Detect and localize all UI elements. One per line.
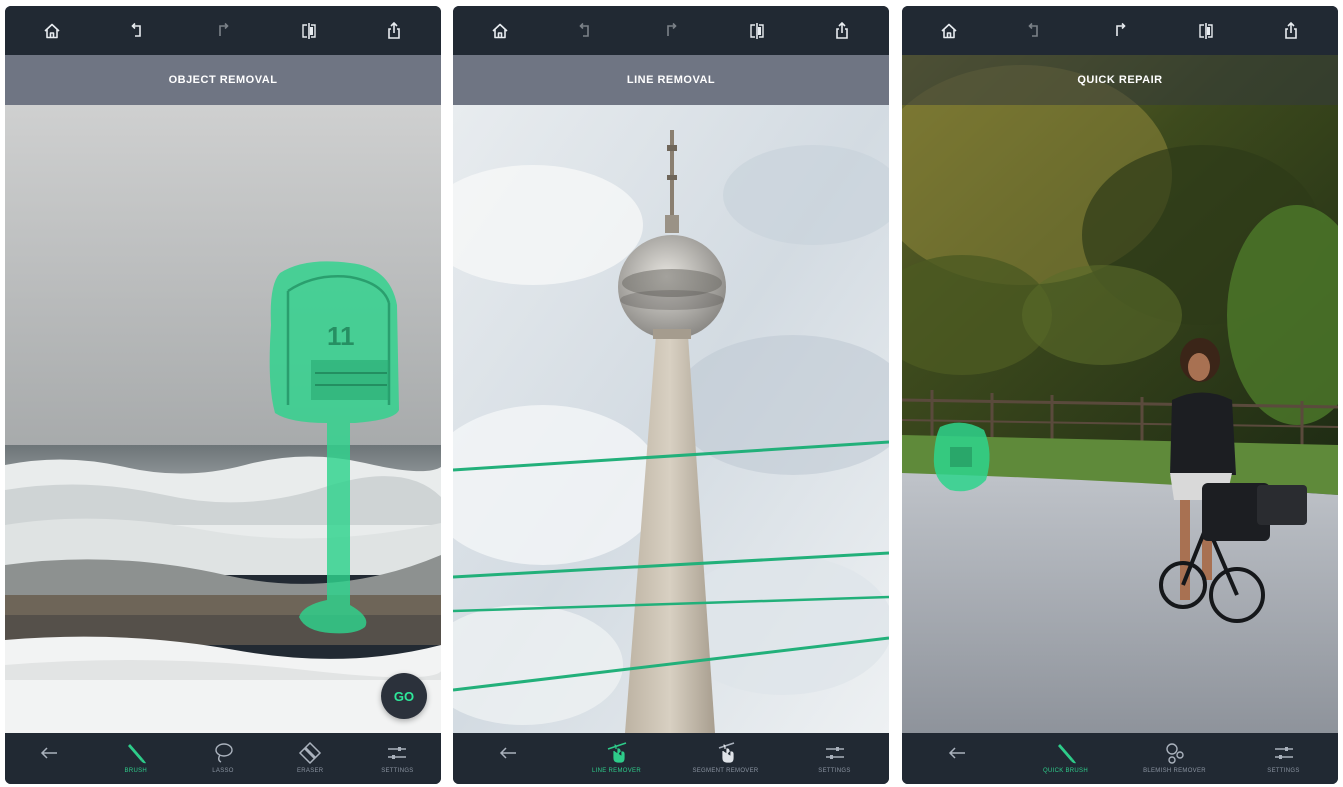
lasso-tool[interactable]: LASSO: [179, 733, 266, 784]
mode-title: QUICK REPAIR: [1077, 74, 1163, 86]
bottom-tool-bar: LINE REMOVER SEGMENT REMOVER SETTINGS: [453, 733, 889, 784]
undo-icon: [131, 22, 142, 37]
compare-button[interactable]: [1186, 11, 1226, 51]
blemish-remover-label: BLEMISH REMOVER: [1143, 768, 1206, 774]
line-remover-tool[interactable]: LINE REMOVER: [569, 733, 665, 784]
segment-remover-tool[interactable]: SEGMENT REMOVER: [678, 733, 774, 784]
redo-icon: [219, 22, 229, 36]
redo-button[interactable]: [651, 11, 691, 51]
lasso-icon: [215, 743, 233, 763]
brush-label: BRUSH: [124, 768, 148, 774]
mode-title: LINE REMOVAL: [626, 74, 716, 86]
redo-icon: [1116, 22, 1126, 36]
beach-photo: 11: [5, 105, 441, 733]
go-button[interactable]: GO: [381, 673, 427, 719]
settings-tool[interactable]: SETTINGS: [787, 733, 883, 784]
top-toolbar: [902, 6, 1338, 55]
segment-remover-icon: [718, 742, 734, 763]
settings-label: SETTINGS: [381, 768, 414, 774]
back-arrow-icon: [499, 747, 516, 759]
cyclist-park-photo: [902, 55, 1338, 733]
photo-canvas[interactable]: 11 GO: [5, 105, 441, 733]
redo-button[interactable]: [1100, 11, 1140, 51]
quick-brush-tool[interactable]: QUICK BRUSH: [1018, 733, 1114, 784]
line-remover-icon: [607, 742, 626, 763]
brush-tool[interactable]: BRUSH: [92, 733, 179, 784]
compare-button[interactable]: [289, 11, 329, 51]
photo-canvas[interactable]: [902, 55, 1338, 733]
share-button[interactable]: [374, 11, 414, 51]
back-button[interactable]: [460, 733, 556, 784]
compare-icon: [749, 22, 764, 39]
redo-icon: [667, 22, 677, 36]
blemish-remover-icon: [1165, 743, 1184, 764]
phone-screen-quick-repair: QUICK REPAIR QUICK BRUSH BLEMISH REMOVER…: [902, 6, 1338, 784]
home-button[interactable]: [929, 11, 969, 51]
top-toolbar: [5, 6, 441, 55]
settings-sliders-icon: [1274, 747, 1293, 759]
home-icon: [492, 23, 508, 38]
share-icon: [388, 21, 400, 39]
photo-canvas[interactable]: [453, 105, 889, 733]
mode-title-bar: LINE REMOVAL: [453, 55, 889, 105]
segment-remover-label: SEGMENT REMOVER: [692, 768, 759, 774]
mode-title: OBJECT REMOVAL: [168, 74, 278, 86]
settings-tool[interactable]: SETTINGS: [1236, 733, 1332, 784]
back-arrow-icon: [948, 747, 965, 759]
eraser-icon: [299, 741, 322, 765]
share-icon: [836, 21, 848, 39]
brush-icon: [127, 744, 146, 764]
top-toolbar: [453, 6, 889, 55]
home-button[interactable]: [480, 11, 520, 51]
undo-button[interactable]: [117, 11, 157, 51]
undo-icon: [1028, 22, 1039, 37]
quick-brush-label: QUICK BRUSH: [1043, 768, 1088, 774]
phone-screen-object-removal: OBJECT REMOVAL 11 GO BRUSH LASSO ERASER …: [5, 6, 441, 784]
share-button[interactable]: [822, 11, 862, 51]
home-button[interactable]: [32, 11, 72, 51]
back-arrow-icon: [40, 747, 57, 759]
settings-sliders-icon: [388, 747, 407, 759]
eraser-tool[interactable]: ERASER: [267, 733, 354, 784]
lasso-label: LASSO: [212, 768, 234, 774]
mode-title-bar: OBJECT REMOVAL: [5, 55, 441, 105]
share-button[interactable]: [1271, 11, 1311, 51]
home-icon: [941, 23, 957, 38]
home-icon: [44, 23, 60, 38]
svg-text:11: 11: [327, 321, 355, 351]
tv-tower-photo: [453, 105, 889, 733]
blemish-remover-tool[interactable]: BLEMISH REMOVER: [1127, 733, 1223, 784]
settings-sliders-icon: [825, 747, 844, 759]
settings-label: SETTINGS: [818, 768, 851, 774]
back-button[interactable]: [5, 733, 92, 784]
quick-brush-icon: [1057, 744, 1076, 764]
share-icon: [1285, 21, 1297, 39]
compare-button[interactable]: [737, 11, 777, 51]
bottom-tool-bar: BRUSH LASSO ERASER SETTINGS: [5, 733, 441, 784]
phone-screen-line-removal: LINE REMOVAL LINE REMOVER SEGMENT REMOVE…: [453, 6, 889, 784]
mode-title-bar: QUICK REPAIR: [902, 55, 1338, 105]
bottom-tool-bar: QUICK BRUSH BLEMISH REMOVER SETTINGS: [902, 733, 1338, 784]
compare-icon: [301, 22, 316, 39]
redo-button[interactable]: [203, 11, 243, 51]
undo-button[interactable]: [1014, 11, 1054, 51]
line-remover-label: LINE REMOVER: [592, 768, 641, 774]
eraser-label: ERASER: [296, 768, 324, 774]
undo-button[interactable]: [565, 11, 605, 51]
undo-icon: [579, 22, 590, 37]
settings-tool[interactable]: SETTINGS: [354, 733, 441, 784]
settings-label: SETTINGS: [1267, 768, 1300, 774]
compare-icon: [1198, 22, 1213, 39]
back-button[interactable]: [909, 733, 1005, 784]
